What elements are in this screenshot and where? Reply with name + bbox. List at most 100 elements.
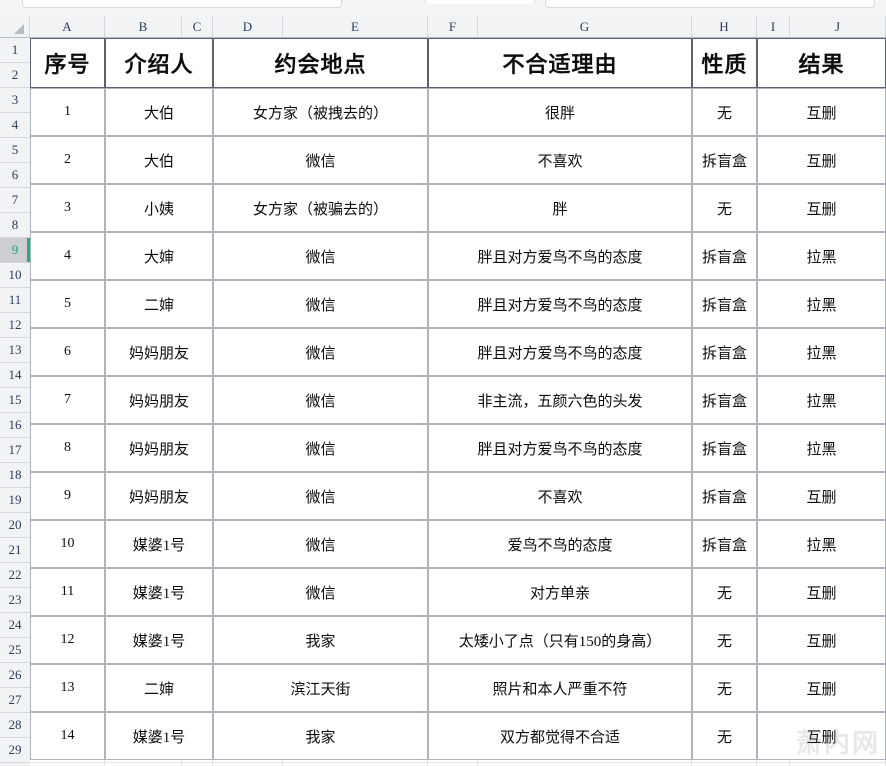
column-header-H[interactable]: H (692, 16, 757, 37)
table-cell-place[interactable]: 微信 (213, 136, 428, 184)
select-all-corner[interactable] (0, 16, 30, 37)
table-cell-introducer[interactable]: 媒婆1号 (105, 712, 213, 760)
table-cell-seq[interactable]: 14 (30, 712, 105, 760)
table-cell-reason[interactable]: 双方都觉得不合适 (428, 712, 692, 760)
column-header-B[interactable]: B (105, 16, 182, 37)
table-cell-result[interactable]: 拉黑 (757, 280, 886, 328)
table-cell-seq[interactable]: 10 (30, 520, 105, 568)
table-cell-seq[interactable]: 2 (30, 136, 105, 184)
table-cell-reason[interactable]: 太矮小了点（只有150的身高） (428, 616, 692, 664)
table-cell-place[interactable]: 微信 (213, 520, 428, 568)
row-header-14[interactable]: 14 (0, 363, 30, 388)
table-cell-nature[interactable]: 无 (692, 616, 757, 664)
row-header-29[interactable]: 29 (0, 738, 30, 763)
table-cell-introducer[interactable]: 大婶 (105, 232, 213, 280)
table-cell-introducer[interactable]: 二婶 (105, 280, 213, 328)
chrome-tab[interactable] (425, 0, 535, 4)
row-header-2[interactable]: 2 (0, 63, 30, 88)
table-header-nature[interactable]: 性质 (692, 38, 757, 88)
row-header-10[interactable]: 10 (0, 263, 30, 288)
table-header-introducer[interactable]: 介绍人 (105, 38, 213, 88)
table-cell-introducer[interactable]: 妈妈朋友 (105, 424, 213, 472)
table-cell-introducer[interactable]: 媒婆1号 (105, 520, 213, 568)
table-cell-place[interactable]: 女方家（被拽去的） (213, 88, 428, 136)
table-cell-seq[interactable]: 13 (30, 664, 105, 712)
table-cell-place[interactable]: 女方家（被骗去的） (213, 184, 428, 232)
table-cell-place[interactable]: 微信 (213, 472, 428, 520)
row-header-25[interactable]: 25 (0, 638, 30, 663)
table-cell-place[interactable]: 微信 (213, 232, 428, 280)
column-header-A[interactable]: A (30, 16, 105, 37)
row-header-9[interactable]: 9 (0, 238, 30, 263)
row-header-8[interactable]: 8 (0, 213, 30, 238)
table-cell-seq[interactable]: 12 (30, 616, 105, 664)
table-cell-place[interactable]: 微信 (213, 376, 428, 424)
table-cell-nature[interactable]: 拆盲盒 (692, 328, 757, 376)
table-cell-nature[interactable]: 拆盲盒 (692, 280, 757, 328)
row-header-27[interactable]: 27 (0, 688, 30, 713)
table-cell-place[interactable]: 微信 (213, 424, 428, 472)
table-cell-nature[interactable]: 拆盲盒 (692, 136, 757, 184)
table-cell-introducer[interactable]: 大伯 (105, 136, 213, 184)
row-header-12[interactable]: 12 (0, 313, 30, 338)
table-cell-introducer[interactable]: 妈妈朋友 (105, 328, 213, 376)
row-header-5[interactable]: 5 (0, 138, 30, 163)
row-header-16[interactable]: 16 (0, 413, 30, 438)
table-cell-reason[interactable]: 胖 (428, 184, 692, 232)
table-cell-reason[interactable]: 胖且对方爱鸟不鸟的态度 (428, 280, 692, 328)
row-header-18[interactable]: 18 (0, 463, 30, 488)
table-cell-place[interactable]: 滨江天街 (213, 664, 428, 712)
table-cell-introducer[interactable]: 媒婆1号 (105, 616, 213, 664)
column-header-D[interactable]: D (213, 16, 283, 37)
row-header-17[interactable]: 17 (0, 438, 30, 463)
table-cell-nature[interactable]: 拆盲盒 (692, 424, 757, 472)
table-cell-reason[interactable]: 很胖 (428, 88, 692, 136)
sheet-surface[interactable]: 序号 介绍人 约会地点 不合适理由 性质 结果 1 大伯 女方家（被拽去的） 很胖无互删 2 大伯 微信… (30, 38, 886, 766)
row-header-26[interactable]: 26 (0, 663, 30, 688)
table-cell-place[interactable]: 微信 (213, 568, 428, 616)
table-cell-result[interactable]: 互删 (757, 568, 886, 616)
column-header-F[interactable]: F (428, 16, 478, 37)
table-cell-reason[interactable]: 不喜欢 (428, 472, 692, 520)
table-cell-result[interactable]: 互删 (757, 184, 886, 232)
table-cell-introducer[interactable]: 大伯 (105, 88, 213, 136)
table-cell-reason[interactable]: 爱鸟不鸟的态度 (428, 520, 692, 568)
table-cell-seq[interactable]: 8 (30, 424, 105, 472)
table-cell-reason[interactable]: 照片和本人严重不符 (428, 664, 692, 712)
row-header-4[interactable]: 4 (0, 113, 30, 138)
table-cell-seq[interactable]: 1 (30, 88, 105, 136)
table-cell-nature[interactable]: 拆盲盒 (692, 376, 757, 424)
table-cell-result[interactable]: 互删 (757, 616, 886, 664)
table-cell-seq[interactable]: 5 (30, 280, 105, 328)
table-cell-reason[interactable]: 非主流，五颜六色的头发 (428, 376, 692, 424)
table-cell-place[interactable]: 我家 (213, 712, 428, 760)
table-cell-nature[interactable]: 无 (692, 712, 757, 760)
table-header-reason[interactable]: 不合适理由 (428, 38, 692, 88)
row-header-24[interactable]: 24 (0, 613, 30, 638)
row-header-11[interactable]: 11 (0, 288, 30, 313)
column-header-I[interactable]: I (757, 16, 790, 37)
table-cell-result[interactable]: 拉黑 (757, 328, 886, 376)
column-header-J[interactable]: J (790, 16, 886, 37)
row-header-19[interactable]: 19 (0, 488, 30, 513)
table-cell-seq[interactable]: 9 (30, 472, 105, 520)
table-cell-seq[interactable]: 7 (30, 376, 105, 424)
table-cell-introducer[interactable]: 小姨 (105, 184, 213, 232)
column-header-G[interactable]: G (478, 16, 692, 37)
row-header-20[interactable]: 20 (0, 513, 30, 538)
table-header-seq[interactable]: 序号 (30, 38, 105, 88)
table-cell-reason[interactable]: 不喜欢 (428, 136, 692, 184)
table-cell-nature[interactable]: 无 (692, 664, 757, 712)
row-header-13[interactable]: 13 (0, 338, 30, 363)
table-cell-introducer[interactable]: 二婶 (105, 664, 213, 712)
table-cell-nature[interactable]: 拆盲盒 (692, 232, 757, 280)
table-cell-nature[interactable]: 无 (692, 88, 757, 136)
table-cell-result[interactable]: 拉黑 (757, 232, 886, 280)
table-cell-nature[interactable]: 无 (692, 568, 757, 616)
table-cell-place[interactable]: 微信 (213, 328, 428, 376)
row-header-28[interactable]: 28 (0, 713, 30, 738)
row-header-3[interactable]: 3 (0, 88, 30, 113)
table-header-result[interactable]: 结果 (757, 38, 886, 88)
table-cell-result[interactable]: 互删 (757, 664, 886, 712)
row-header-15[interactable]: 15 (0, 388, 30, 413)
